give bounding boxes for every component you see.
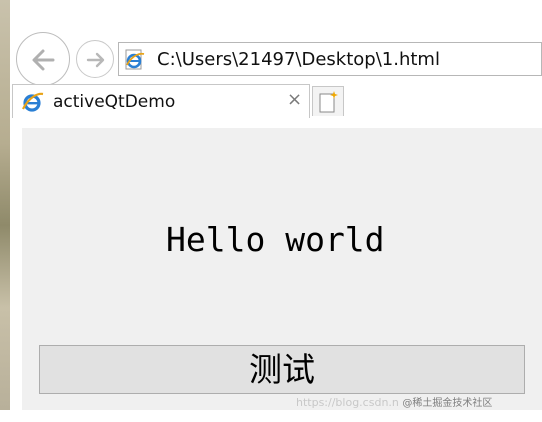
back-button[interactable] (16, 32, 70, 86)
watermark-brand: @稀土掘金技术社区 (402, 398, 493, 409)
page-content: Hello world 测试 (22, 128, 542, 410)
tab-label: activeQtDemo (53, 92, 176, 112)
forward-arrow-icon (86, 52, 105, 68)
watermark-site: https://blog.csdn.n (296, 396, 399, 409)
greeting-text: Hello world (166, 220, 385, 259)
forward-button[interactable] (76, 40, 114, 78)
test-button[interactable]: 测试 (39, 345, 525, 394)
back-arrow-icon (32, 49, 55, 71)
address-bar[interactable]: C:\Users\21497\Desktop\1.html (118, 42, 542, 76)
window-top-area (10, 0, 542, 30)
desktop-background-strip (0, 0, 10, 410)
tab-activeqtdemo[interactable]: activeQtDemo × (12, 84, 310, 118)
tab-strip: activeQtDemo × (10, 82, 542, 118)
new-tab-button[interactable] (312, 86, 344, 116)
browser-window: C:\Users\21497\Desktop\1.html activeQtDe… (10, 0, 542, 410)
close-tab-icon[interactable]: × (287, 90, 302, 110)
new-tab-icon (319, 91, 338, 113)
address-text[interactable]: C:\Users\21497\Desktop\1.html (157, 49, 440, 71)
bottom-strip (0, 410, 542, 422)
ie-icon (22, 92, 44, 112)
watermark: https://blog.csdn.n @稀土掘金技术社区 (296, 396, 492, 411)
ie-icon (125, 49, 145, 70)
